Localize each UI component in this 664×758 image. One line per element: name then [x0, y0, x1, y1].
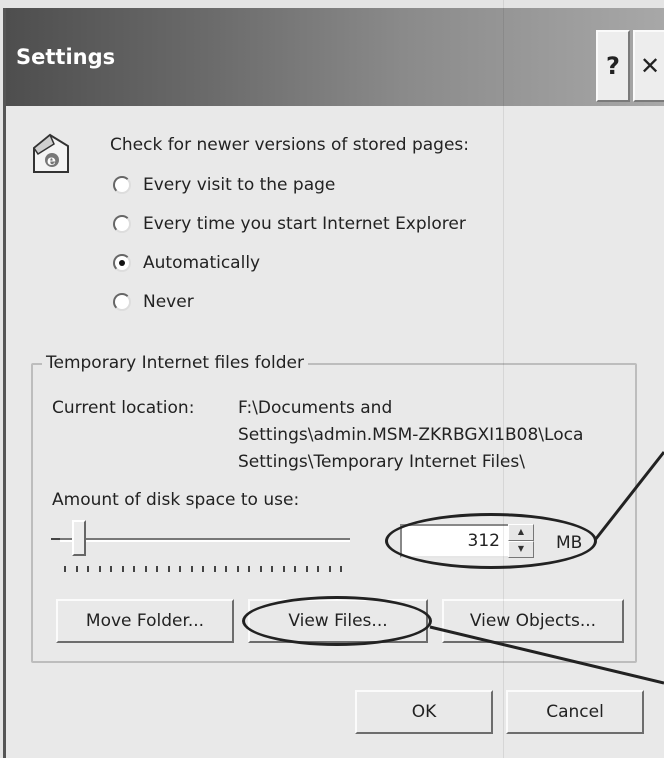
- slider-tick: [271, 566, 273, 572]
- close-icon: ✕: [639, 52, 661, 80]
- slider-tick: [121, 566, 124, 572]
- current-location-label: Current location:: [52, 398, 195, 418]
- view-files-highlight: [242, 596, 432, 646]
- slider-tick: [202, 566, 204, 572]
- move-folder-button[interactable]: Move Folder...: [56, 599, 234, 643]
- disk-space-label: Amount of disk space to use:: [52, 490, 300, 510]
- slider-tick: [248, 566, 250, 572]
- ok-button[interactable]: OK: [355, 690, 493, 734]
- help-icon: ?: [606, 52, 620, 80]
- title-bar[interactable]: Settings ? ✕: [6, 8, 664, 106]
- slider-tick: [236, 566, 239, 572]
- slider-tick: [317, 566, 319, 572]
- temp-files-legend: Temporary Internet files folder: [42, 353, 308, 373]
- radio-button[interactable]: [113, 215, 131, 233]
- slider-tick: [144, 566, 147, 572]
- location-line-1: F:\Documents and: [238, 398, 393, 418]
- radio-button[interactable]: [113, 293, 131, 311]
- radio-never[interactable]: Never: [113, 290, 194, 314]
- cancel-button[interactable]: Cancel: [506, 690, 644, 734]
- slider-tick: [110, 566, 112, 572]
- slider-tick: [213, 566, 216, 572]
- radio-automatically[interactable]: Automatically: [113, 251, 260, 275]
- view-objects-button[interactable]: View Objects...: [442, 599, 624, 643]
- radio-button-checked[interactable]: [113, 254, 131, 272]
- slider-tick: [282, 566, 285, 572]
- slider-tick: [305, 566, 308, 572]
- slider-tick: [259, 566, 262, 572]
- dialog-title: Settings: [16, 45, 116, 69]
- slider-tick: [190, 566, 193, 572]
- radio-button[interactable]: [113, 176, 131, 194]
- close-button[interactable]: ✕: [633, 30, 664, 102]
- disk-space-slider-track[interactable]: [60, 538, 350, 542]
- radio-label: Every visit to the page: [143, 175, 336, 195]
- radio-label: Never: [143, 292, 194, 312]
- slider-tick: [294, 566, 296, 572]
- slider-tick: [328, 566, 331, 572]
- slider-tick: [340, 566, 342, 572]
- slider-tick: [87, 566, 89, 572]
- svg-text:e: e: [47, 153, 56, 169]
- radio-label: Automatically: [143, 253, 261, 273]
- slider-tick: [225, 566, 227, 572]
- radio-every-visit[interactable]: Every visit to the page: [113, 173, 335, 197]
- disk-space-highlight: [385, 513, 597, 569]
- slider-tick: [64, 566, 66, 572]
- slider-ticks: [64, 566, 346, 574]
- radio-label: Every time you start Internet Explorer: [143, 214, 466, 234]
- scan-artifact: [503, 0, 504, 758]
- slider-tick: [179, 566, 181, 572]
- disk-space-slider-thumb[interactable]: [71, 520, 86, 556]
- help-button[interactable]: ?: [596, 30, 630, 102]
- slider-min-marker: [51, 538, 60, 540]
- location-line-3: Settings\Temporary Internet Files\: [238, 452, 525, 472]
- internet-explorer-page-icon: e: [32, 133, 69, 173]
- slider-tick: [75, 566, 78, 572]
- slider-tick: [133, 566, 135, 572]
- slider-tick: [156, 566, 158, 572]
- slider-tick: [98, 566, 101, 572]
- location-line-2: Settings\admin.MSM-ZKRBGXI1B08\Loca: [238, 425, 584, 445]
- radio-every-start[interactable]: Every time you start Internet Explorer: [113, 212, 466, 236]
- slider-tick: [167, 566, 170, 572]
- check-prompt-label: Check for newer versions of stored pages…: [110, 135, 470, 155]
